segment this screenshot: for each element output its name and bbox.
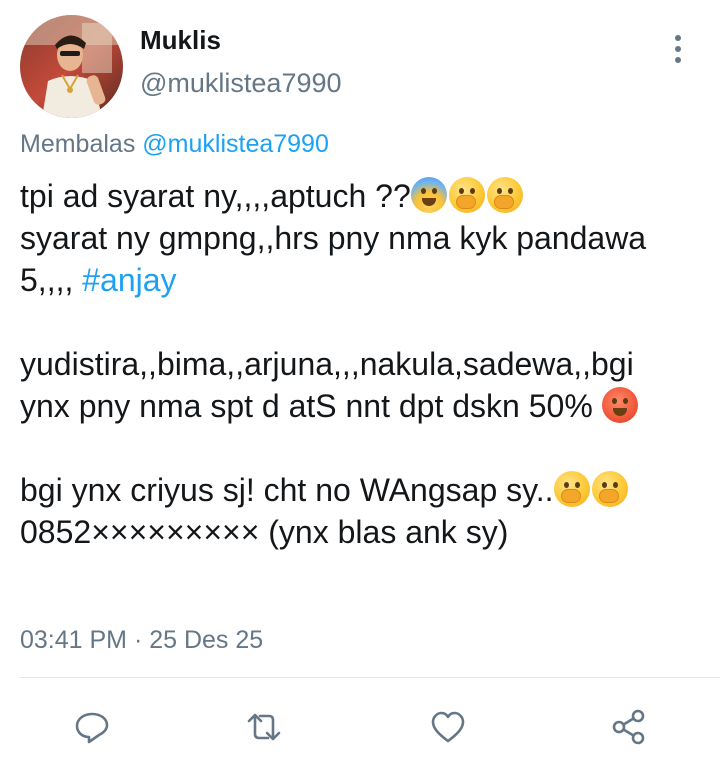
tweet-line-text: 0852××××××××× (ynx blas ank sy): [20, 514, 509, 550]
tweet-line: tpi ad syarat ny,,,,aptuch ??: [20, 175, 712, 217]
tweet-timestamp[interactable]: 03:41 PM · 25 Des 25: [20, 624, 263, 656]
tweet-detail: Muklis @muklistea7990 Membalas @mukliste…: [0, 0, 720, 769]
share-button[interactable]: [602, 700, 656, 754]
more-options-button[interactable]: [664, 32, 692, 66]
hand-over-mouth-icon: [553, 471, 590, 507]
hand-over-mouth-icon: [486, 177, 523, 213]
tweet-line-text: syarat ny gmpng,,hrs pny nma kyk pandawa: [20, 220, 647, 256]
reply-icon: [75, 712, 109, 744]
retweet-button[interactable]: [237, 700, 291, 754]
share-icon: [612, 709, 645, 745]
like-button[interactable]: [421, 700, 475, 754]
face-screaming-icon: [410, 177, 447, 213]
hashtag-link[interactable]: #anjay: [82, 262, 176, 298]
tweet-line: bgi ynx criyus sj! cht no WAngsap sy..: [20, 469, 712, 511]
retweet-icon: [247, 713, 281, 741]
tweet-line: yudistira,,bima,,arjuna,,,nakula,sadewa,…: [20, 343, 712, 385]
shushing-face-icon: [448, 177, 485, 213]
hot-face-icon: [601, 387, 638, 423]
tweet-line: 5,,,, #anjay: [20, 259, 712, 301]
more-dot-icon: [675, 35, 681, 41]
reply-target-link[interactable]: @muklistea7990: [142, 130, 329, 158]
hand-over-mouth-icon: [591, 471, 628, 507]
like-icon: [431, 711, 465, 743]
tweet-line-text: bgi ynx criyus sj! cht no WAngsap sy..: [20, 472, 554, 508]
more-dot-icon: [675, 57, 681, 63]
divider: [20, 677, 720, 678]
tweet-line-text: yudistira,,bima,,arjuna,,,nakula,sadewa,…: [20, 346, 634, 382]
tweet-line-text: 5,,,,: [20, 262, 74, 298]
tweet-line: ynx pny nma spt d atS nnt dpt dskn 50%: [20, 385, 712, 427]
tweet-line: 0852××××××××× (ynx blas ank sy): [20, 511, 712, 553]
tweet-actions: [0, 700, 720, 754]
tweet-line: syarat ny gmpng,,hrs pny nma kyk pandawa: [20, 217, 712, 259]
avatar-image: [20, 15, 123, 118]
reply-button[interactable]: [65, 700, 119, 754]
avatar[interactable]: [20, 15, 123, 118]
reply-prefix: Membalas: [20, 130, 136, 158]
tweet-line-text: ynx pny nma spt d atS nnt dpt dskn 50%: [20, 388, 593, 424]
tweet-text: tpi ad syarat ny,,,,aptuch ?? syarat ny …: [20, 175, 712, 553]
user-handle[interactable]: @muklistea7990: [140, 66, 342, 100]
more-dot-icon: [675, 46, 681, 52]
display-name[interactable]: Muklis: [140, 24, 221, 56]
tweet-line-text: tpi ad syarat ny,,,,aptuch ??: [20, 178, 411, 214]
reply-context: Membalas @muklistea7990: [20, 128, 329, 160]
